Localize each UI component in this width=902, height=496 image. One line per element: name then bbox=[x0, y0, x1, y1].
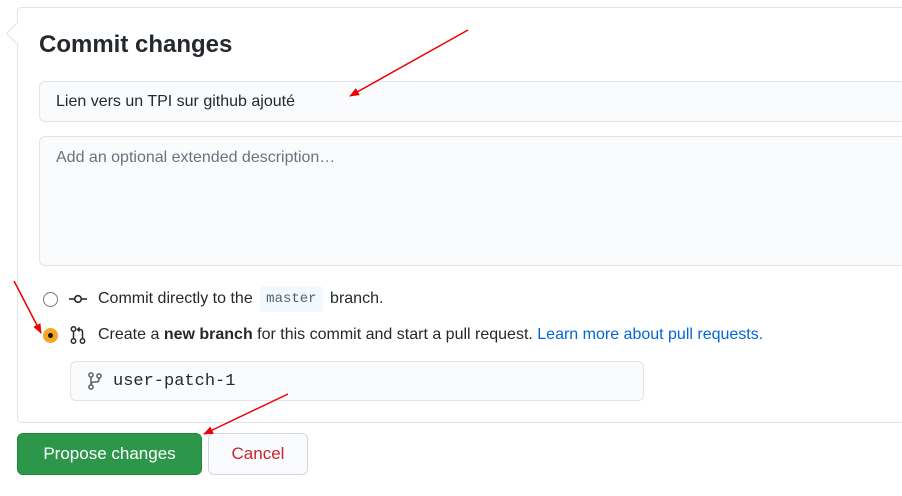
new-branch-option[interactable]: Create a new branch for this commit and … bbox=[43, 324, 763, 346]
commit-page: Commit changes Commit directly to the ma… bbox=[0, 0, 902, 496]
git-pull-request-icon bbox=[68, 325, 88, 345]
new-branch-label: Create a new branch for this commit and … bbox=[98, 324, 763, 346]
git-branch-icon bbox=[85, 371, 105, 391]
new-branch-name-input[interactable] bbox=[113, 371, 613, 391]
new-branch-field bbox=[70, 361, 644, 401]
new-branch-radio[interactable] bbox=[43, 327, 58, 343]
branch-name-pill: master bbox=[260, 286, 323, 312]
commit-direct-option[interactable]: Commit directly to the master branch. bbox=[43, 286, 383, 312]
commit-direct-text: Commit directly to the bbox=[98, 290, 253, 307]
new-branch-prefix: Create a bbox=[98, 326, 164, 343]
cancel-button[interactable]: Cancel bbox=[208, 433, 308, 475]
commit-direct-suffix: branch. bbox=[330, 290, 384, 307]
propose-changes-button[interactable]: Propose changes bbox=[17, 433, 202, 475]
git-commit-icon bbox=[68, 289, 88, 309]
commit-description-input[interactable] bbox=[39, 136, 902, 266]
commit-direct-radio[interactable] bbox=[43, 291, 58, 307]
learn-more-link[interactable]: Learn more about pull requests. bbox=[537, 326, 763, 343]
new-branch-suffix: for this commit and start a pull request… bbox=[252, 326, 538, 343]
commit-summary-input[interactable] bbox=[39, 81, 902, 122]
new-branch-bold: new branch bbox=[163, 326, 253, 343]
commit-direct-label: Commit directly to the master branch. bbox=[98, 286, 383, 312]
commit-title: Commit changes bbox=[39, 31, 233, 58]
